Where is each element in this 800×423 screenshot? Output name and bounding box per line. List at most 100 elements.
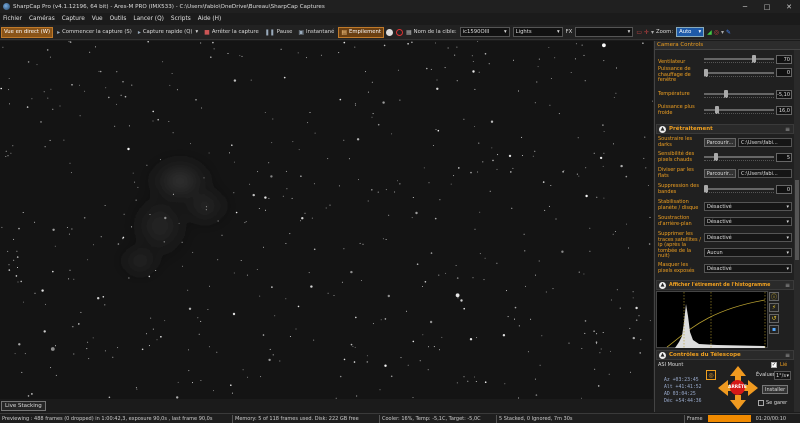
slew-target-icon[interactable]: ◎ [706,370,716,380]
telescope-header[interactable]: ▲ Contrôles du Télescope ≡ [656,350,794,360]
image-viewport[interactable] [0,41,653,399]
menu-scripts[interactable]: Scripts [171,16,191,22]
star [534,102,536,104]
chevron-down-icon[interactable]: ▾ [721,29,724,36]
auto-stretch-icon[interactable]: ⚡ [769,303,779,312]
target-name-select[interactable]: ic1590OIII ▾ [459,27,510,37]
quick-capture-button[interactable]: ▸ Capture rapide (Q) ▾ [136,27,200,38]
live-stacking-tab[interactable]: Live Stacking [1,401,46,411]
menu-view[interactable]: Vue [92,16,103,22]
star [244,222,246,224]
menu-file[interactable]: Fichier [3,16,22,22]
pen-icon[interactable]: ✎ [726,29,731,36]
slew-rate-select[interactable]: 1°/s ▾ [774,371,791,380]
star [114,125,116,127]
fan-value[interactable]: 70 [776,55,792,64]
histogram-title: Afficher l'étirement de l'histogramme [669,282,771,288]
cooler-power-value[interactable]: 16,0 [776,106,792,115]
info-icon[interactable]: ⓘ [769,292,779,301]
temperature-slider[interactable] [704,90,774,98]
mask-pixels-select[interactable]: Désactivé ▾ [704,264,792,273]
background-select[interactable]: Désactivé ▾ [704,217,792,226]
hot-pixel-value[interactable]: 5 [776,153,792,162]
collapse-icon[interactable]: ▲ [659,281,666,289]
temperature-value[interactable]: -5,10 [776,90,792,99]
window-heater-slider[interactable] [704,69,774,77]
star [596,196,598,198]
banding-slider[interactable] [704,185,774,193]
menu-cameras[interactable]: Caméras [29,16,55,22]
star [603,152,605,154]
red-circle-icon[interactable] [395,28,403,36]
flats-browse-button[interactable]: Parcourir... [704,169,736,178]
star [589,227,591,229]
star [172,193,174,195]
star [297,52,299,54]
record-toggle-icon[interactable] [385,28,393,36]
star [150,317,152,319]
satellite-select[interactable]: Désactivé ▾ [704,233,792,242]
chevron-down-icon[interactable]: ▾ [195,29,198,35]
chevron-down-icon[interactable]: ▾ [651,29,654,36]
scroll-thumb[interactable] [795,180,799,260]
zoom-select[interactable]: Auto ▾ [676,27,705,37]
save-icon[interactable]: ▪ [769,325,779,334]
star [270,175,273,178]
window-heater-value[interactable]: 0 [776,68,792,77]
hamburger-menu-icon[interactable]: ≡ [785,282,790,289]
fx-select[interactable]: ▾ [575,27,634,37]
banding-value[interactable]: 0 [776,185,792,194]
crop-icon[interactable]: ▭ [636,29,642,36]
menu-tools[interactable]: Outils [110,16,127,22]
linked-checkbox[interactable]: ✓ [771,362,777,368]
star [292,141,294,143]
menu-help[interactable]: Aide (H) [198,16,222,22]
pause-button[interactable]: ❚❚ Pause [263,27,295,38]
star [356,395,358,397]
histogram-chart[interactable] [656,291,768,349]
install-button[interactable]: Installer [762,385,789,394]
menu-capture[interactable]: Capture [62,16,85,22]
park-checkbox[interactable] [758,400,764,406]
star [456,277,459,279]
star [382,238,384,240]
stop-capture-button[interactable]: ■ Arrêter la capture [202,27,261,38]
live-view-button[interactable]: Vue en direct (W) [1,26,54,38]
menu-launch[interactable]: Lancer (Q) [133,16,164,22]
stop-slew-button[interactable]: ARRÊTE [728,380,747,395]
hamburger-menu-icon[interactable]: ≡ [785,352,790,359]
cooler-power-slider[interactable] [704,106,774,114]
flats-path-field[interactable]: C:\Users\fabi... [738,169,792,178]
frame-type-select[interactable]: Lights ▾ [512,27,563,37]
start-capture-button[interactable]: ▸ Commencer la capture (S) [55,27,134,38]
maximize-button[interactable]: □ [756,0,778,13]
chevron-down-icon: ▾ [786,218,789,225]
star [583,54,585,56]
star [257,171,259,173]
hot-pixel-slider[interactable] [704,153,774,161]
star [271,286,273,288]
stacking-button[interactable]: ▤ Empilement [338,26,384,38]
reticle-icon[interactable]: ✛ [644,29,649,36]
collapse-icon[interactable]: ▲ [659,125,666,133]
snapshot-button[interactable]: ▣ Instantané [296,27,336,38]
histogram-icon[interactable]: ◢ [707,29,712,36]
minimize-button[interactable]: ─ [734,0,756,13]
star [394,191,396,193]
close-button[interactable]: ✕ [778,0,800,13]
reset-icon[interactable]: ↺ [769,314,779,323]
star [584,80,586,82]
histogram-header[interactable]: ▲ Afficher l'étirement de l'histogramme … [656,280,794,290]
night-mode-select[interactable]: Aucun ▾ [704,248,792,257]
hamburger-menu-icon[interactable]: ≡ [785,126,790,133]
darks-path-field[interactable]: C:\Users\fabi... [738,138,792,147]
star [648,243,651,245]
darks-browse-button[interactable]: Parcourir... [704,138,736,147]
stabilisation-select[interactable]: Désactivé ▾ [704,202,792,211]
star [596,343,597,345]
fan-slider[interactable] [704,55,774,63]
collapse-icon[interactable]: ▲ [659,351,666,359]
mask-icon[interactable]: ◎ [714,29,719,36]
star [412,197,414,198]
preprocessing-header[interactable]: ▲ Prétraitement ≡ [656,124,794,134]
